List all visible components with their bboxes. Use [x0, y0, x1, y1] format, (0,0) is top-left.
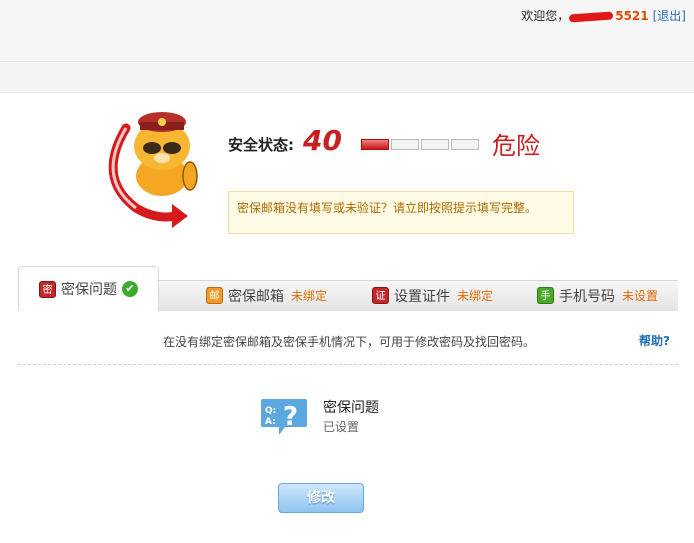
- security-level: 危险: [492, 132, 540, 160]
- strength-segment: [361, 139, 389, 150]
- tab-status: 未绑定: [291, 289, 328, 303]
- tab-label: 密保问题: [61, 282, 117, 298]
- security-score: 40: [303, 124, 342, 157]
- sub-bar: [0, 63, 694, 93]
- tab-label: 设置证件: [394, 288, 450, 305]
- security-status-label: 安全状态:: [228, 136, 294, 154]
- qa-bubble-icon: Q: A: ?: [261, 399, 307, 435]
- security-question-status: 已设置: [323, 420, 360, 434]
- svg-text:Q:: Q:: [265, 406, 276, 416]
- raccoon-mascot-icon: [108, 112, 198, 228]
- mail-icon: 邮: [206, 287, 223, 304]
- tab-label: 手机号码: [559, 288, 615, 305]
- phone-icon: 手: [537, 287, 554, 304]
- redaction-mark: [568, 10, 614, 23]
- tab-security-question[interactable]: 密 密保问题 ✔: [18, 266, 159, 311]
- help-link[interactable]: 帮助?: [639, 332, 670, 349]
- info-text: 在没有绑定密保邮箱及密保手机情况下，可用于修改密码及找回密码。: [163, 335, 536, 349]
- user-greeting: 欢迎您， 5521 [退出]: [521, 7, 686, 24]
- logout-link[interactable]: [退出]: [653, 9, 686, 23]
- modify-button[interactable]: 修改: [278, 483, 364, 513]
- top-bar: 欢迎您， 5521 [退出]: [0, 0, 694, 62]
- greeting-text: 欢迎您，: [521, 9, 570, 23]
- strength-segment: [451, 139, 479, 150]
- username: 5521: [568, 9, 649, 23]
- tab-status: 未绑定: [457, 289, 494, 303]
- strength-segment: [421, 139, 449, 150]
- security-question-title: 密保问题: [323, 400, 379, 416]
- strength-segment: [391, 139, 419, 150]
- divider: [18, 364, 678, 365]
- check-icon: ✔: [122, 281, 138, 297]
- svg-text:A:: A:: [265, 417, 276, 427]
- tab-status: 未设置: [622, 289, 659, 303]
- seal-icon: 密: [39, 280, 56, 298]
- security-warning: 密保邮箱没有填写或未验证？请立即按照提示填写完整。: [228, 191, 574, 234]
- tab-phone-number[interactable]: 手 手机号码 未设置: [537, 280, 658, 311]
- tab-label: 密保邮箱: [228, 288, 284, 305]
- id-card-icon: 证: [372, 287, 389, 304]
- security-tabs: 密 密保问题 ✔ 邮 密保邮箱 未绑定 证 设置证件 未绑定 手 手机号码 未设…: [18, 266, 678, 311]
- tab-security-email[interactable]: 邮 密保邮箱 未绑定: [206, 280, 327, 311]
- svg-text:?: ?: [283, 402, 298, 432]
- security-strength-bar: [361, 139, 479, 150]
- tab-id-document[interactable]: 证 设置证件 未绑定: [372, 280, 493, 311]
